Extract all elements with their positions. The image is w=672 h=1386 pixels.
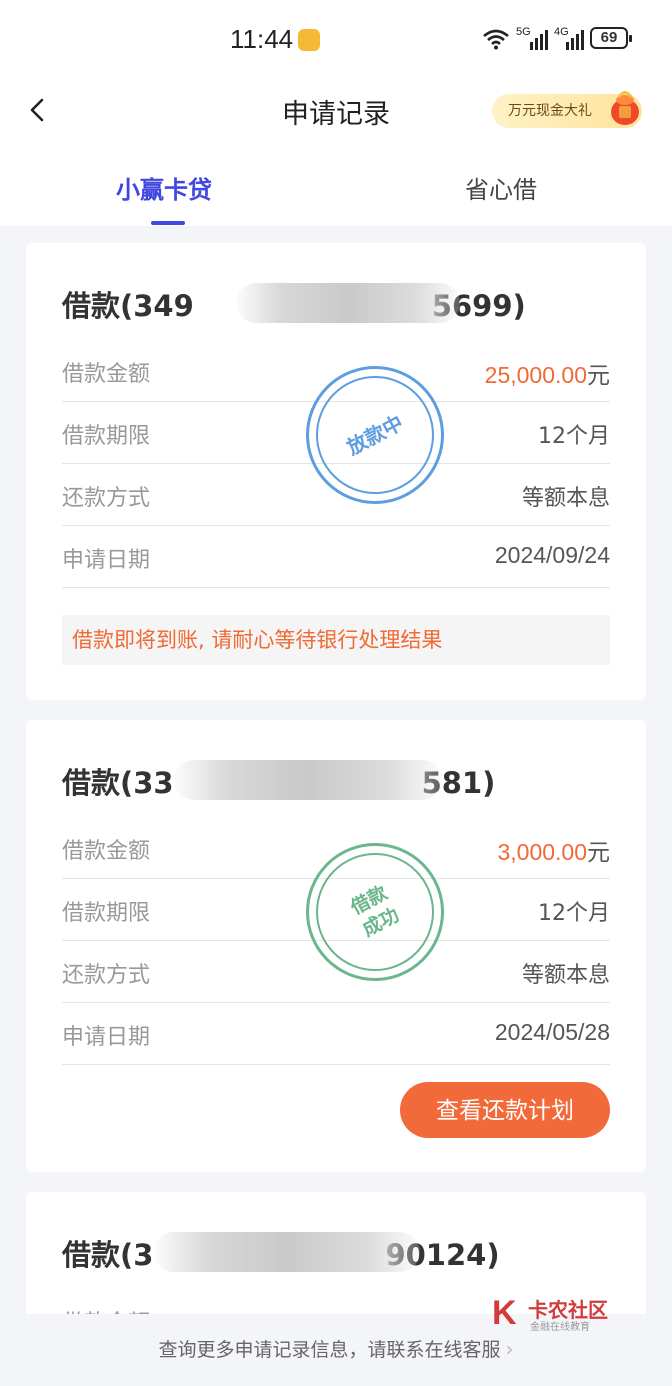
loan-amount: 3,000.00: [497, 839, 587, 865]
signal-icon: [566, 28, 584, 50]
signal-icon: [530, 28, 548, 50]
header: 申请记录 万元现金大礼 小赢卡贷 省心借: [0, 80, 672, 226]
status-time: 11:44: [230, 24, 294, 54]
status-stamp: 借款 成功: [306, 843, 444, 981]
tab-indicator: [151, 221, 185, 225]
info-row: 申请日期 2024/05/28: [62, 1003, 610, 1065]
network-5g-label: 5G: [516, 26, 531, 38]
loan-amount: 25,000.00: [484, 362, 587, 388]
battery-icon: 69: [590, 27, 632, 49]
tab-xiaoying[interactable]: 小赢卡贷: [116, 170, 212, 205]
loan-card[interactable]: 借款(349 5699) 借款金额 25,000.00元 借款期限 12个月 还款…: [26, 243, 646, 700]
redacted-mask: [154, 1232, 420, 1272]
watermark: K 卡农社区 金融在线教育: [492, 1294, 608, 1333]
notification-icon: [298, 29, 320, 51]
view-repayment-plan-button[interactable]: 查看还款计划: [400, 1082, 610, 1138]
gift-icon[interactable]: [608, 88, 642, 126]
wifi-icon: [483, 29, 509, 50]
watermark-logo-icon: K: [492, 1294, 517, 1332]
loan-card[interactable]: 借款(33 581) 借款金额 3,000.00元 借款期限 12个月 还款方式 …: [26, 720, 646, 1172]
tab-shengxinjie[interactable]: 省心借: [465, 170, 537, 205]
redacted-mask: [236, 283, 460, 323]
status-stamp: 放款中: [306, 366, 444, 504]
status-bar: 11:44 5G 4G 69: [0, 0, 672, 80]
redacted-mask: [174, 760, 442, 800]
chevron-right-icon: ›: [505, 1337, 514, 1361]
contact-support-link[interactable]: 查询更多申请记录信息，请联系在线客服: [158, 1339, 500, 1361]
info-row: 申请日期 2024/09/24: [62, 526, 610, 588]
status-notice: 借款即将到账, 请耐心等待银行处理结果: [62, 615, 610, 665]
promo-label: 万元现金大礼: [508, 103, 592, 119]
